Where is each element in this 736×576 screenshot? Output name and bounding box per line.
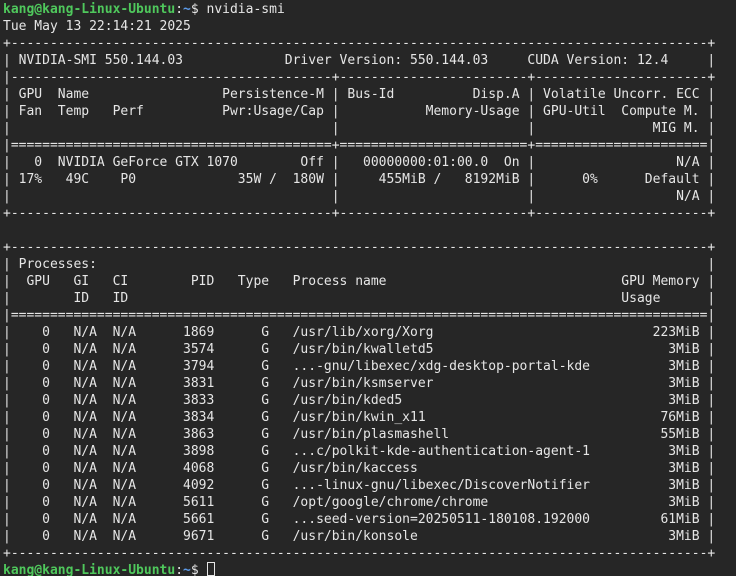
prompt-user-host: kang@kang-Linux-Ubuntu (3, 2, 176, 17)
command-output: +---------------------------------------… (3, 35, 736, 562)
output-line: | 0 N/A N/A 5661 G ...seed-version=20250… (3, 512, 716, 527)
command-line: kang@kang-Linux-Ubuntu:~$ nvidia-smi (3, 1, 736, 18)
timestamp-line: Tue May 13 22:14:21 2025 (3, 19, 191, 34)
prompt-separator: : (175, 2, 184, 17)
active-prompt-line[interactable]: kang@kang-Linux-Ubuntu:~$ (3, 562, 736, 576)
output-line: | NVIDIA-SMI 550.144.03 Driver Version: … (3, 53, 716, 68)
prompt-user-host: kang@kang-Linux-Ubuntu (3, 563, 176, 576)
output-line: | GPU Name Persistence-M | Bus-Id Disp.A… (3, 87, 716, 102)
output-line: |---------------------------------------… (3, 70, 716, 85)
output-line: |=======================================… (3, 138, 716, 153)
output-line: | Fan Temp Perf Pwr:Usage/Cap | Memory-U… (3, 104, 716, 119)
output-line: | ID ID Usage | (3, 291, 716, 306)
scrollbar[interactable] (732, 0, 736, 576)
output-line: | 0 N/A N/A 1869 G /usr/lib/xorg/Xorg 22… (3, 325, 716, 340)
output-line: |=======================================… (3, 308, 716, 323)
output-line: | 17% 49C P0 35W / 180W | 455MiB / 8192M… (3, 172, 716, 187)
output-line: | 0 N/A N/A 3834 G /usr/bin/kwin_x11 76M… (3, 410, 716, 425)
output-line: | 0 N/A N/A 3831 G /usr/bin/ksmserver 3M… (3, 376, 716, 391)
output-line: | 0 N/A N/A 3833 G /usr/bin/kded5 3MiB | (3, 393, 716, 408)
output-line: | Processes: | (3, 257, 716, 272)
output-line: | 0 N/A N/A 4068 G /usr/bin/kaccess 3MiB… (3, 461, 716, 476)
output-line: | 0 N/A N/A 3863 G /usr/bin/plasmashell … (3, 427, 716, 442)
command-text: nvidia-smi (206, 2, 285, 17)
output-line: | GPU GI CI PID Type Process name GPU Me… (3, 274, 716, 289)
output-line: | 0 N/A N/A 3574 G /usr/bin/kwalletd5 3M… (3, 342, 716, 357)
output-line: | 0 N/A N/A 3898 G ...c/polkit-kde-authe… (3, 444, 716, 459)
prompt-separator: : (175, 563, 184, 576)
prompt-path: ~ (183, 563, 191, 576)
output-line: +---------------------------------------… (3, 206, 716, 221)
output-line: | 0 N/A N/A 5611 G /opt/google/chrome/ch… (3, 495, 716, 510)
output-line: | 0 N/A N/A 9671 G /usr/bin/konsole 3MiB… (3, 529, 716, 544)
output-line: | 0 N/A N/A 3794 G ...-gnu/libexec/xdg-d… (3, 359, 716, 374)
prompt-symbol: $ (190, 563, 207, 576)
output-line: +---------------------------------------… (3, 240, 716, 255)
output-line: | | | MIG M. | (3, 121, 716, 136)
output-line: | 0 NVIDIA GeForce GTX 1070 Off | 000000… (3, 155, 716, 170)
output-line: +---------------------------------------… (3, 36, 716, 51)
output-line: | 0 N/A N/A 4092 G ...-linux-gnu/libexec… (3, 478, 716, 493)
text-cursor (206, 562, 215, 576)
prompt-symbol: $ (190, 2, 207, 17)
output-line: | | | N/A | (3, 189, 716, 204)
prompt-path: ~ (183, 2, 191, 17)
output-line: +---------------------------------------… (3, 546, 716, 561)
terminal-window[interactable]: kang@kang-Linux-Ubuntu:~$ nvidia-smi Tue… (0, 0, 736, 576)
